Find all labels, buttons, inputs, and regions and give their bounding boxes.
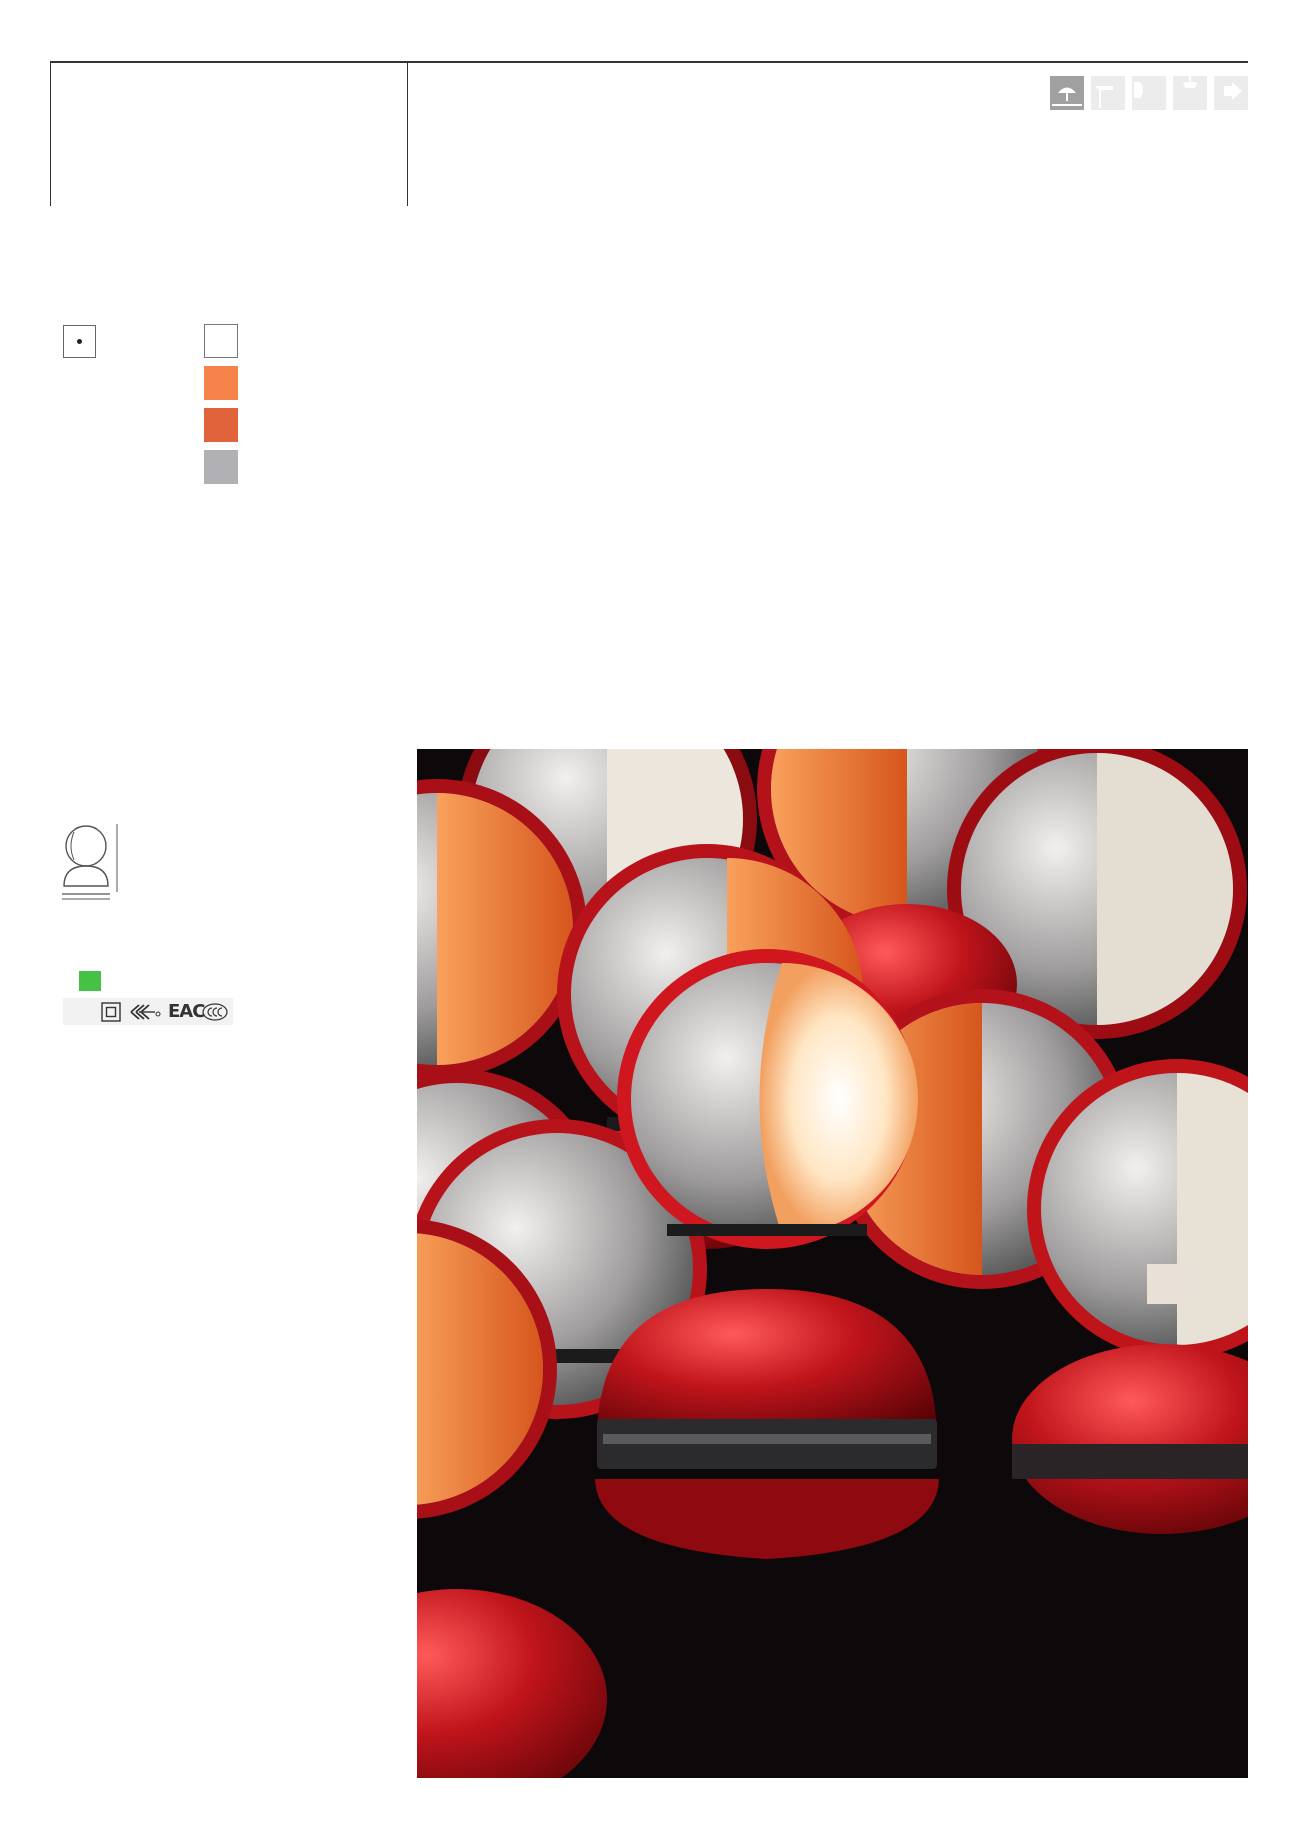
- floor-lamp-icon[interactable]: [1091, 76, 1125, 110]
- finish-swatch-orange[interactable]: [204, 366, 238, 400]
- header-left-border: [50, 61, 51, 206]
- table-lamp-icon[interactable]: [1050, 76, 1084, 110]
- header-column-divider: [407, 61, 408, 206]
- outdoor-lamp-icon[interactable]: [1214, 76, 1248, 110]
- eac-mark: EAC: [168, 1001, 205, 1022]
- light-point-dot: [77, 339, 82, 344]
- certification-strip: EAC: [63, 998, 233, 1025]
- ccc-mark-icon: [201, 998, 229, 1025]
- finish-swatch-grey[interactable]: [204, 450, 238, 484]
- suspension-lamp-icon[interactable]: [1173, 76, 1207, 110]
- double-insulation-icon: [101, 998, 121, 1025]
- compliance-mark-icon: [129, 998, 163, 1025]
- energy-class-badge: [79, 971, 101, 991]
- finish-swatch-red-orange[interactable]: [204, 408, 238, 442]
- lamp-dimension-drawing: [60, 822, 124, 909]
- light-emission-icon: [63, 325, 96, 358]
- wall-lamp-icon[interactable]: [1132, 76, 1166, 110]
- typology-icons: [1050, 76, 1248, 110]
- red-lamps-illustration: [417, 749, 1248, 1778]
- finish-swatch-white[interactable]: [204, 324, 238, 358]
- header-rule: [50, 61, 1248, 63]
- finish-swatches: [204, 324, 238, 492]
- product-photo: [417, 749, 1248, 1778]
